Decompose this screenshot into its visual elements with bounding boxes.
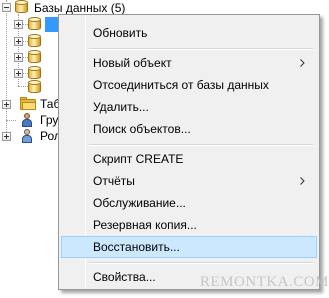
database-icon xyxy=(28,17,41,31)
watermark: REMONTKA.COM xyxy=(200,274,329,290)
menu-item-label: Отсоединиться от базы данных xyxy=(93,78,269,92)
expand-toggle[interactable] xyxy=(2,100,11,109)
menu-item-label: Новый объект xyxy=(93,56,172,70)
collapse-toggle[interactable] xyxy=(2,3,11,12)
database-icon xyxy=(28,66,41,80)
expand-toggle[interactable] xyxy=(14,37,23,46)
menu-item-reports[interactable]: Отчёты xyxy=(61,170,317,192)
menu-item-restore[interactable]: Восстановить... xyxy=(61,236,317,258)
tree-item-selected[interactable] xyxy=(45,17,59,32)
expand-toggle[interactable] xyxy=(14,20,23,29)
folder-icon xyxy=(20,97,36,110)
database-icon xyxy=(28,50,41,64)
menu-item-backup[interactable]: Резервная копия... xyxy=(61,214,317,236)
database-icon xyxy=(15,0,28,14)
menu-item-label: Свойства... xyxy=(93,270,156,284)
menu-item-label: Скрипт CREATE xyxy=(93,152,184,166)
menu-item-script-create[interactable]: Скрипт CREATE xyxy=(61,148,317,170)
menu-item-label: Удалить... xyxy=(93,100,149,114)
menu-item-label: Резервная копия... xyxy=(93,218,197,232)
menu-item-delete[interactable]: Удалить... xyxy=(61,96,317,118)
user-group-icon xyxy=(20,113,34,127)
menu-item-new-object[interactable]: Новый объект xyxy=(61,52,317,74)
submenu-arrow-icon xyxy=(300,177,305,185)
tree-root-label[interactable]: Базы данных (5) xyxy=(34,1,125,15)
menu-item-label: Отчёты xyxy=(93,174,135,188)
expand-toggle[interactable] xyxy=(2,132,11,141)
tree-connector xyxy=(18,86,28,87)
menu-separator xyxy=(89,144,313,146)
menu-item-label: Обновить xyxy=(93,26,148,40)
menu-item-find-objects[interactable]: Поиск объектов... xyxy=(61,118,317,140)
menu-item-label: Восстановить... xyxy=(93,240,180,254)
menu-item-refresh[interactable]: Обновить xyxy=(61,22,317,44)
roles-icon xyxy=(20,129,34,143)
tree-connector xyxy=(6,0,7,136)
tree-connector xyxy=(6,120,16,121)
menu-separator xyxy=(89,262,313,264)
menu-item-detach[interactable]: Отсоединиться от базы данных xyxy=(61,74,317,96)
context-menu: Обновить Новый объект Отсоединиться от б… xyxy=(58,14,320,290)
database-icon xyxy=(28,80,41,94)
expand-toggle[interactable] xyxy=(14,53,23,62)
submenu-arrow-icon xyxy=(300,59,305,67)
menu-item-label: Обслуживание... xyxy=(93,196,186,210)
menu-item-maintenance[interactable]: Обслуживание... xyxy=(61,192,317,214)
tree-item-groups[interactable]: Гру xyxy=(40,113,58,127)
menu-item-label: Поиск объектов... xyxy=(93,122,191,136)
database-icon xyxy=(28,34,41,48)
menu-separator xyxy=(89,48,313,50)
expand-toggle[interactable] xyxy=(14,69,23,78)
